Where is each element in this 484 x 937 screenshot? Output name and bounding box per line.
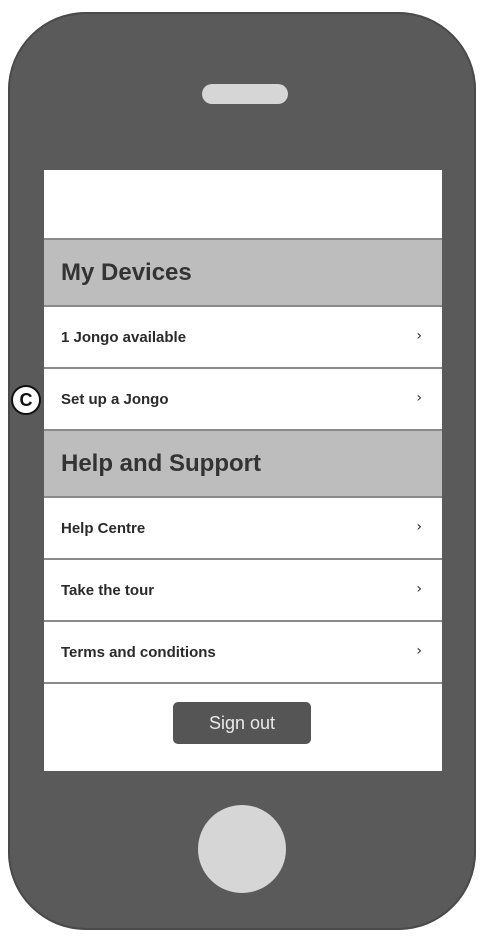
- section-title-help-and-support: Help and Support: [61, 449, 261, 477]
- page: My Devices 1 Jongo available › Set up a …: [0, 0, 484, 937]
- section-header-help-and-support: Help and Support: [44, 431, 442, 498]
- list-item-take-the-tour[interactable]: Take the tour ›: [44, 560, 442, 622]
- chevron-right-icon: ›: [416, 643, 422, 660]
- annotation-callout-c: C: [11, 385, 41, 415]
- phone-frame: My Devices 1 Jongo available › Set up a …: [8, 12, 476, 930]
- list-item-label: Take the tour: [61, 581, 155, 599]
- phone-speaker: [202, 84, 288, 104]
- list-item-terms-and-conditions[interactable]: Terms and conditions ›: [44, 622, 442, 684]
- screen-footer: Sign out: [44, 684, 442, 764]
- section-header-my-devices: My Devices: [44, 240, 442, 307]
- sign-out-button[interactable]: Sign out: [173, 702, 311, 744]
- chevron-right-icon: ›: [416, 390, 422, 407]
- list-item-label: Terms and conditions: [61, 643, 216, 661]
- list-item-set-up-jongo[interactable]: Set up a Jongo ›: [44, 369, 442, 431]
- phone-screen: My Devices 1 Jongo available › Set up a …: [44, 170, 442, 771]
- chevron-right-icon: ›: [416, 328, 422, 345]
- chevron-right-icon: ›: [416, 519, 422, 536]
- phone-home-button[interactable]: [198, 805, 286, 893]
- screen-top-bar: [44, 170, 442, 240]
- list-item-label: 1 Jongo available: [61, 328, 187, 346]
- list-item-label: Set up a Jongo: [61, 390, 169, 408]
- section-title-my-devices: My Devices: [61, 258, 192, 286]
- list-item-jongo-available[interactable]: 1 Jongo available ›: [44, 307, 442, 369]
- list-item-label: Help Centre: [61, 519, 146, 537]
- list-item-help-centre[interactable]: Help Centre ›: [44, 498, 442, 560]
- chevron-right-icon: ›: [416, 581, 422, 598]
